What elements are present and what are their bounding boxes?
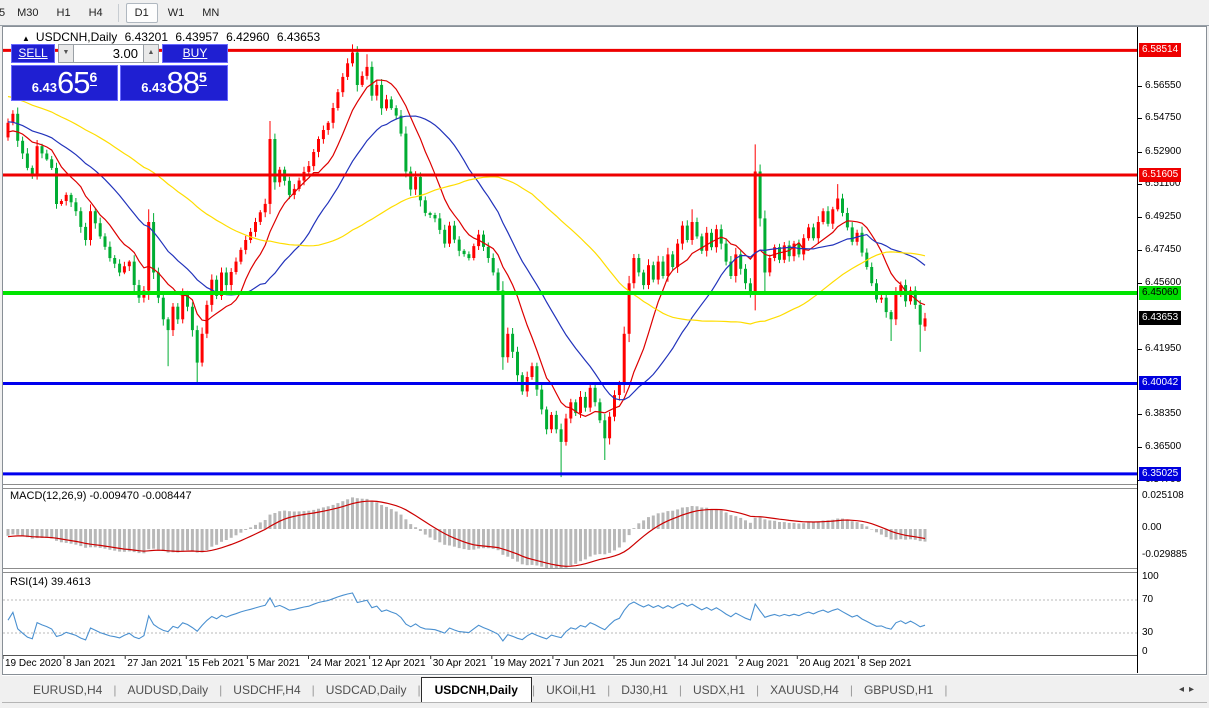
tab-ukoil-h1[interactable]: UKOil,H1: [535, 679, 607, 701]
buy-price-sup: 5: [199, 66, 207, 86]
date-axis-label: 12 Apr 2021: [371, 658, 426, 669]
ohlc-close: 6.43653: [276, 30, 321, 44]
tab-dj30-h1[interactable]: DJ30,H1: [610, 679, 679, 701]
one-click-trading-panel: SELL ▼ 3.00 ▲ BUY 6.43 65 6 6.43 88 5: [11, 44, 228, 101]
price-tick-mark: [1138, 413, 1142, 415]
date-axis-label: 14 Jul 2021: [677, 658, 729, 669]
ohlc-open: 6.43201: [124, 30, 168, 44]
price-tick-mark: [1138, 283, 1142, 285]
date-axis-label: 15 Feb 2021: [188, 658, 245, 669]
volume-decrease-button[interactable]: ▼: [58, 44, 74, 63]
price-tick-label: 6.47450: [1145, 243, 1182, 255]
price-tick-mark: [1138, 249, 1142, 251]
timeframe-button-5[interactable]: 5: [0, 4, 7, 22]
macd-axis-label: -0.029885: [1142, 549, 1188, 560]
price-chart-plot[interactable]: [2, 27, 1137, 673]
tab-scroll-right-icon[interactable]: ▸: [1189, 684, 1199, 695]
date-axis-label: 25 Jun 2021: [616, 658, 672, 669]
price-tick-label: 6.41950: [1145, 343, 1182, 355]
date-axis-label: 24 Mar 2021: [310, 658, 367, 669]
macd-axis-label: 0.00: [1142, 522, 1162, 533]
tab-scroll-left-icon[interactable]: ◂: [1179, 684, 1189, 695]
buy-button[interactable]: BUY: [162, 44, 228, 63]
rsi-axis-label: 0: [1142, 646, 1148, 657]
date-axis-label: 20 Aug 2021: [799, 658, 856, 669]
price-level-badge: 6.35025: [1139, 466, 1182, 481]
price-tick-mark: [1138, 184, 1142, 186]
sell-button[interactable]: SELL: [11, 44, 55, 63]
tab-usdcnh-daily[interactable]: USDCNH,Daily: [420, 677, 532, 703]
date-axis-label: 27 Jan 2021: [127, 658, 183, 669]
chart-ohlc-header: ▲ USDCNH,Daily 6.43201 6.43957 6.42960 6.…: [22, 30, 324, 44]
timeframe-toolbar: 5 M30 H1 H4 D1 W1 MN: [0, 0, 1209, 26]
rsi-axis-label: 30: [1142, 627, 1154, 638]
date-axis-label: 8 Sep 2021: [860, 658, 912, 669]
timeframe-button-H1[interactable]: H1: [49, 4, 79, 22]
price-tick-label: 6.52900: [1145, 145, 1182, 157]
price-tick-label: 6.54750: [1145, 112, 1182, 124]
timeframe-button-H4[interactable]: H4: [81, 4, 111, 22]
buy-price-big: 88: [166, 65, 200, 100]
tab-audusd-daily[interactable]: AUDUSD,Daily: [116, 679, 219, 701]
price-level-badge: 6.40042: [1139, 376, 1182, 391]
buy-price-small: 6.43: [141, 80, 167, 95]
tab-gbpusd-h1[interactable]: GBPUSD,H1: [853, 679, 944, 701]
price-level-badge: 6.51605: [1139, 168, 1182, 182]
price-tick-label: 6.36500: [1145, 441, 1182, 453]
timeframe-button-W1[interactable]: W1: [160, 4, 193, 22]
symbol-tabs: EURUSD,H4 | AUDUSD,Daily | USDCHF,H4 | USDCAD,…: [22, 677, 947, 703]
price-level-badge: 6.45060: [1139, 286, 1182, 300]
timeframe-button-MN[interactable]: MN: [194, 4, 227, 22]
price-tick-mark: [1138, 151, 1142, 153]
buy-price-display[interactable]: 6.43 88 5: [120, 65, 228, 101]
price-tick-label: 6.49250: [1145, 211, 1182, 223]
date-axis-label: 7 Jun 2021: [554, 658, 605, 669]
price-tick-mark: [1138, 118, 1142, 120]
volume-input[interactable]: 3.00: [74, 44, 143, 63]
rsi-axis-label: 100: [1142, 571, 1159, 582]
price-axis[interactable]: 6.56550 6.54750 6.52900 6.51100 6.49250 6.474…: [1137, 27, 1206, 673]
price-tick-mark: [1138, 85, 1142, 87]
tab-usdchf-h4[interactable]: USDCHF,H4: [222, 679, 311, 701]
timeframe-button-D1[interactable]: D1: [125, 2, 158, 23]
sell-price-sup: 6: [89, 66, 98, 86]
tab-xauusd-h4[interactable]: XAUUSD,H4: [759, 679, 850, 701]
price-tick-mark: [1138, 447, 1142, 449]
tab-eurusd-h4[interactable]: EURUSD,H4: [22, 679, 113, 701]
date-axis-label: 30 Apr 2021: [432, 658, 487, 669]
tab-usdcad-daily[interactable]: USDCAD,Daily: [315, 679, 418, 701]
ohlc-low: 6.42960: [226, 30, 270, 44]
macd-indicator-label: MACD(12,26,9) -0.009470 -0.008447: [10, 490, 192, 502]
tabbar-divider: [2, 702, 1207, 703]
sell-price-small: 6.43: [31, 80, 58, 95]
toolbar-separator: [117, 3, 119, 22]
sell-price-display[interactable]: 6.43 65 6: [11, 65, 118, 101]
tab-usdx-h1[interactable]: USDX,H1: [682, 679, 756, 701]
date-axis-label: 19 May 2021: [493, 658, 552, 669]
symbol-timeframe-label: USDCNH,Daily: [35, 30, 118, 44]
price-tick-mark: [1138, 349, 1142, 351]
price-level-badge: 6.58514: [1139, 43, 1182, 58]
volume-spinner: ▼ 3.00 ▲: [58, 44, 159, 63]
date-axis-label: 8 Jan 2021: [66, 658, 116, 669]
sell-price-big: 65: [57, 65, 90, 100]
collapse-triangle-icon[interactable]: ▲: [22, 34, 30, 43]
price-tick-mark: [1138, 217, 1142, 219]
date-axis-label: 5 Mar 2021: [249, 658, 300, 669]
macd-axis-label: 0.025108: [1142, 490, 1184, 501]
tab-separator: |: [944, 683, 948, 697]
rsi-indicator-label: RSI(14) 39.4613: [10, 576, 91, 588]
timeframe-button-M30[interactable]: M30: [9, 4, 46, 22]
volume-increase-button[interactable]: ▲: [143, 44, 159, 63]
ohlc-high: 6.43957: [175, 30, 219, 44]
date-axis-label: 2 Aug 2021: [738, 658, 789, 669]
price-tick-label: 6.38350: [1145, 407, 1182, 419]
rsi-axis-label: 70: [1142, 594, 1154, 605]
tab-scroll-arrows: ◂▸: [1179, 684, 1199, 695]
price-level-badge: 6.43653: [1139, 311, 1182, 326]
date-axis-label: 19 Dec 2020: [5, 658, 62, 669]
price-tick-label: 6.56550: [1145, 79, 1182, 91]
